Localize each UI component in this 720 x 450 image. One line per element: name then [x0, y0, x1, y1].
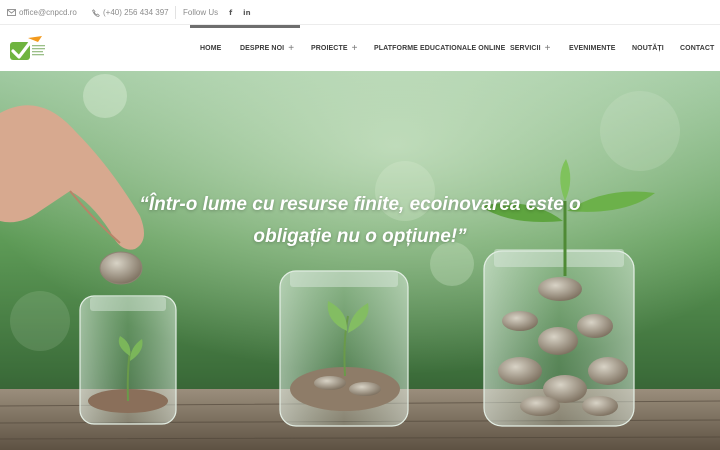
follow-label: Follow Us: [183, 8, 219, 17]
main-navbar: HOME DESPRE NOI + PROIECTE + PLATFORME E…: [0, 25, 720, 71]
plus-icon[interactable]: +: [545, 43, 551, 54]
plus-icon[interactable]: +: [288, 43, 294, 54]
hero-banner: “Într-o lume cu resurse finite, ecoinova…: [0, 71, 720, 450]
nav-contact-label: CONTACT: [680, 44, 715, 52]
nav-servicii[interactable]: SERVICII +: [510, 25, 551, 71]
follow-us: Follow Us f in: [183, 0, 251, 25]
email-contact[interactable]: office@cnpcd.ro: [7, 0, 77, 25]
linkedin-icon[interactable]: in: [243, 9, 250, 17]
nav-evenimente[interactable]: EVENIMENTE: [569, 25, 616, 71]
nav-home-label: HOME: [200, 44, 222, 52]
hero-quote-line-1: “Într-o lume cu resurse finite, ecoinova…: [139, 194, 581, 215]
hero-image: [0, 71, 720, 450]
nav-despre-noi[interactable]: DESPRE NOI +: [240, 25, 294, 71]
main-menu: HOME DESPRE NOI + PROIECTE + PLATFORME E…: [0, 25, 720, 71]
plus-icon[interactable]: +: [352, 43, 358, 54]
nav-noutati-label: NOUTĂȚI: [632, 44, 664, 52]
phone-icon: [92, 8, 100, 17]
nav-despre-noi-label: DESPRE NOI: [240, 44, 285, 52]
hero-quote: “Într-o lume cu resurse finite, ecoinova…: [130, 189, 590, 253]
nav-home[interactable]: HOME: [200, 25, 221, 71]
nav-platforme[interactable]: PLATFORME EDUCATIONALE ONLINE: [374, 25, 505, 71]
nav-noutati[interactable]: NOUTĂȚI: [632, 25, 664, 71]
email-text[interactable]: office@cnpcd.ro: [19, 8, 77, 17]
nav-evenimente-label: EVENIMENTE: [569, 44, 616, 52]
hero-quote-line-2: obligație nu o opțiune!”: [253, 226, 467, 247]
topbar-divider: [175, 6, 176, 19]
top-contact-bar: office@cnpcd.ro (+40) 256 434 397 Follow…: [0, 0, 720, 25]
nav-platforme-label: PLATFORME EDUCATIONALE ONLINE: [374, 44, 506, 52]
facebook-icon[interactable]: f: [229, 9, 232, 17]
phone-contact[interactable]: (+40) 256 434 397: [92, 0, 169, 25]
phone-text[interactable]: (+40) 256 434 397: [103, 8, 169, 17]
nav-servicii-label: SERVICII: [510, 44, 541, 52]
nav-contact[interactable]: CONTACT: [680, 25, 714, 71]
nav-proiecte-label: PROIECTE: [311, 44, 348, 52]
nav-proiecte[interactable]: PROIECTE +: [311, 25, 358, 71]
envelope-icon: [7, 9, 16, 16]
